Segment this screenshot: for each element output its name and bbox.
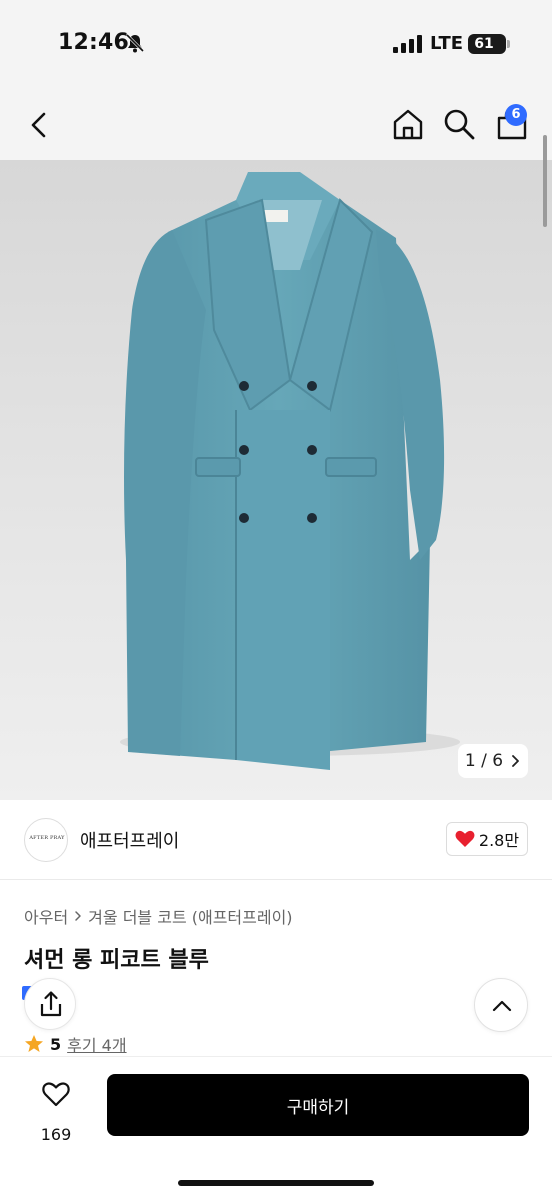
signal-icon xyxy=(393,35,422,53)
brand-logo-text: AFTER PRAY xyxy=(29,835,65,841)
like-button[interactable]: 2.8만 xyxy=(446,822,528,856)
heart-outline-icon xyxy=(42,1082,70,1107)
brand-name[interactable]: 애프터프레이 xyxy=(80,827,179,853)
battery-cap xyxy=(507,40,510,48)
share-icon xyxy=(40,991,62,1017)
home-indicator xyxy=(178,1180,374,1186)
wishlist-count: 169 xyxy=(40,1125,72,1144)
chevron-right-icon xyxy=(75,911,81,921)
battery-icon: 61 xyxy=(468,34,506,54)
breadcrumb: 아우터 겨울 더블 코트 (애프터프레이) xyxy=(24,904,293,928)
coat-illustration xyxy=(120,172,460,770)
home-icon[interactable] xyxy=(390,106,426,142)
network-label: LTE xyxy=(430,33,464,54)
heart-icon xyxy=(455,830,475,847)
battery-level: 61 xyxy=(474,36,494,52)
bottom-action-bar: 169 구매하기 xyxy=(0,1056,552,1200)
like-count: 2.8만 xyxy=(478,831,520,850)
back-icon[interactable] xyxy=(22,108,56,142)
scroll-to-top-button[interactable] xyxy=(474,978,528,1032)
image-counter[interactable]: 1 / 6 xyxy=(458,744,528,778)
cart-count-badge: 6 xyxy=(505,104,527,126)
chevron-up-icon xyxy=(492,1000,512,1012)
rating-row: 5 후기 4개 xyxy=(24,1032,127,1056)
scroll-indicator xyxy=(543,135,547,227)
rating-value: 5 xyxy=(50,1034,62,1054)
bell-off-icon xyxy=(125,33,145,53)
status-bar: 12:46 LTE 61 xyxy=(0,0,552,88)
brand-row[interactable]: AFTER PRAY 애프터프레이 2.8만 xyxy=(0,800,552,880)
top-nav xyxy=(0,88,552,160)
buy-button[interactable]: 구매하기 xyxy=(107,1074,529,1136)
product-title: 셔먼 롱 피코트 블루 xyxy=(24,948,209,973)
star-icon xyxy=(25,1035,43,1052)
breadcrumb-item-category[interactable]: 아우터 xyxy=(24,904,68,928)
product-image[interactable] xyxy=(0,160,552,800)
breadcrumb-item-subcategory[interactable]: 겨울 더블 코트 (애프터프레이) xyxy=(88,904,292,928)
wishlist-button[interactable]: 169 xyxy=(24,1075,88,1145)
status-time: 12:46 xyxy=(58,30,130,55)
brand-logo[interactable]: AFTER PRAY xyxy=(24,818,68,862)
search-icon[interactable] xyxy=(441,106,477,142)
review-link[interactable]: 후기 4개 xyxy=(67,1032,126,1056)
share-button[interactable] xyxy=(24,978,76,1030)
chevron-right-icon xyxy=(512,755,519,767)
image-counter-text: 1 / 6 xyxy=(464,751,504,771)
